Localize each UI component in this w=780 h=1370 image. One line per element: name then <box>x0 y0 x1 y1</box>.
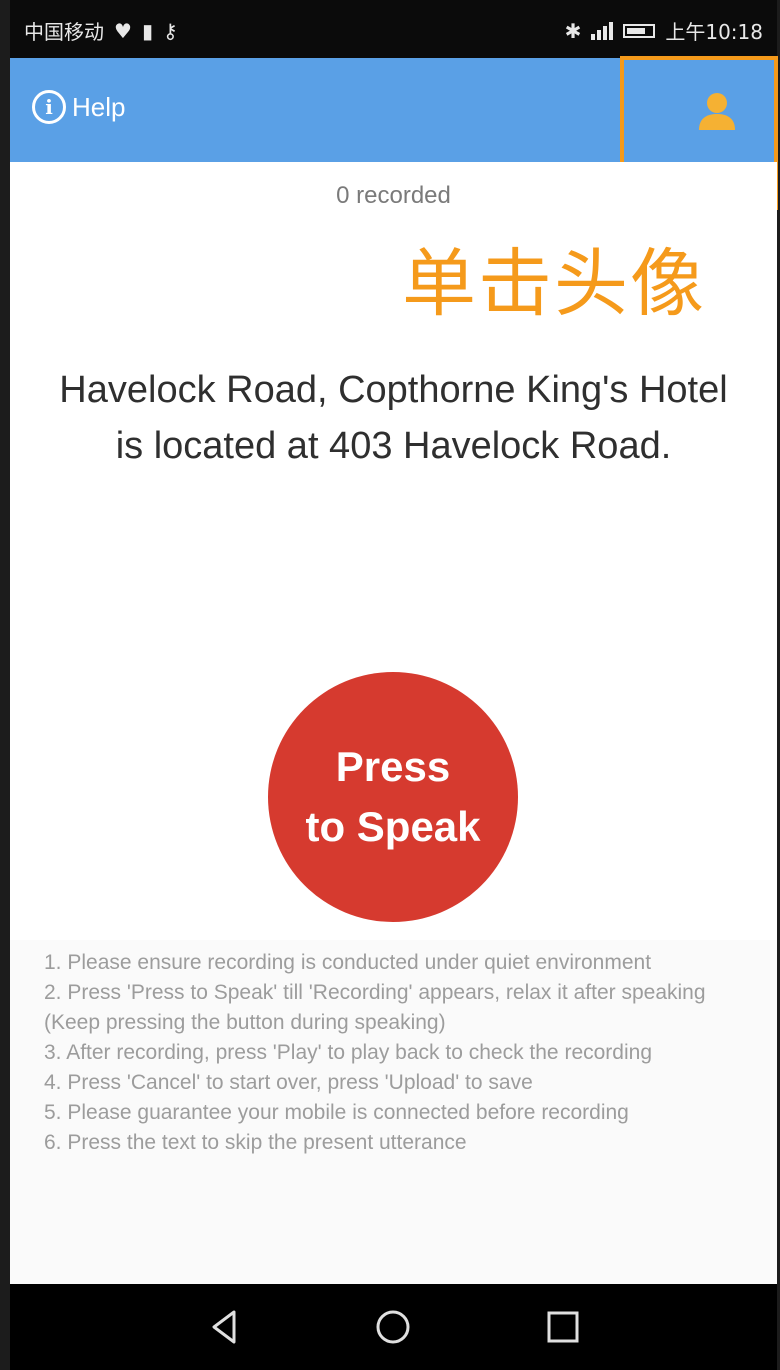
vibrate-icon: ✱ <box>564 18 582 43</box>
carrier-label: 中国移动 <box>24 20 104 44</box>
recents-square-icon <box>547 1311 579 1343</box>
instruction-item: 1. Please ensure recording is conducted … <box>44 951 652 974</box>
home-button[interactable] <box>370 1304 416 1350</box>
phone-frame-left <box>0 0 10 1370</box>
home-circle-icon <box>376 1310 410 1344</box>
instruction-item: 6. Press the text to skip the present ut… <box>44 1131 467 1154</box>
instruction-item: 4. Press 'Cancel' to start over, press '… <box>44 1071 533 1094</box>
status-bar: 中国移动 ♥ ▮ ⚷ ✱ 上午10:18 <box>10 0 777 58</box>
sim-icon: ▮ <box>141 18 153 43</box>
status-left: 中国移动 ♥ ▮ ⚷ <box>24 16 178 45</box>
press-to-speak-button[interactable]: Press to Speak <box>268 672 518 922</box>
heart-icon: ♥ <box>114 18 132 43</box>
status-right: ✱ 上午10:18 <box>565 16 763 45</box>
signal-icon <box>591 21 614 40</box>
help-label: Help <box>72 91 126 122</box>
instruction-item: 2. Press 'Press to Speak' till 'Recordin… <box>44 981 706 1034</box>
back-button[interactable] <box>202 1304 248 1350</box>
instruction-item: 5. Please guarantee your mobile is conne… <box>44 1101 629 1124</box>
help-button[interactable]: i Help <box>32 90 125 124</box>
back-triangle-icon <box>212 1310 236 1344</box>
instructions-panel: 1. Please ensure recording is conducted … <box>10 940 777 1284</box>
info-circle-icon: i <box>32 90 66 124</box>
recents-button[interactable] <box>540 1304 586 1350</box>
battery-icon <box>623 23 656 38</box>
key-icon: ⚷ <box>162 18 178 43</box>
speak-button-line1: Press <box>335 743 451 790</box>
system-nav-bar <box>10 1284 777 1370</box>
instruction-item: 3. After recording, press 'Play' to play… <box>44 1041 652 1064</box>
main-content: 0 recorded 单击头像 Havelock Road, Copthorne… <box>10 162 777 1284</box>
clock-label: 上午10:18 <box>665 20 763 44</box>
utterance-prompt-text[interactable]: Havelock Road, Copthorne King's Hotel is… <box>50 362 737 474</box>
recorded-count: 0 recorded <box>336 182 451 209</box>
annotation-label: 单击头像 <box>402 241 706 327</box>
speak-button-line2: to Speak <box>305 803 481 850</box>
